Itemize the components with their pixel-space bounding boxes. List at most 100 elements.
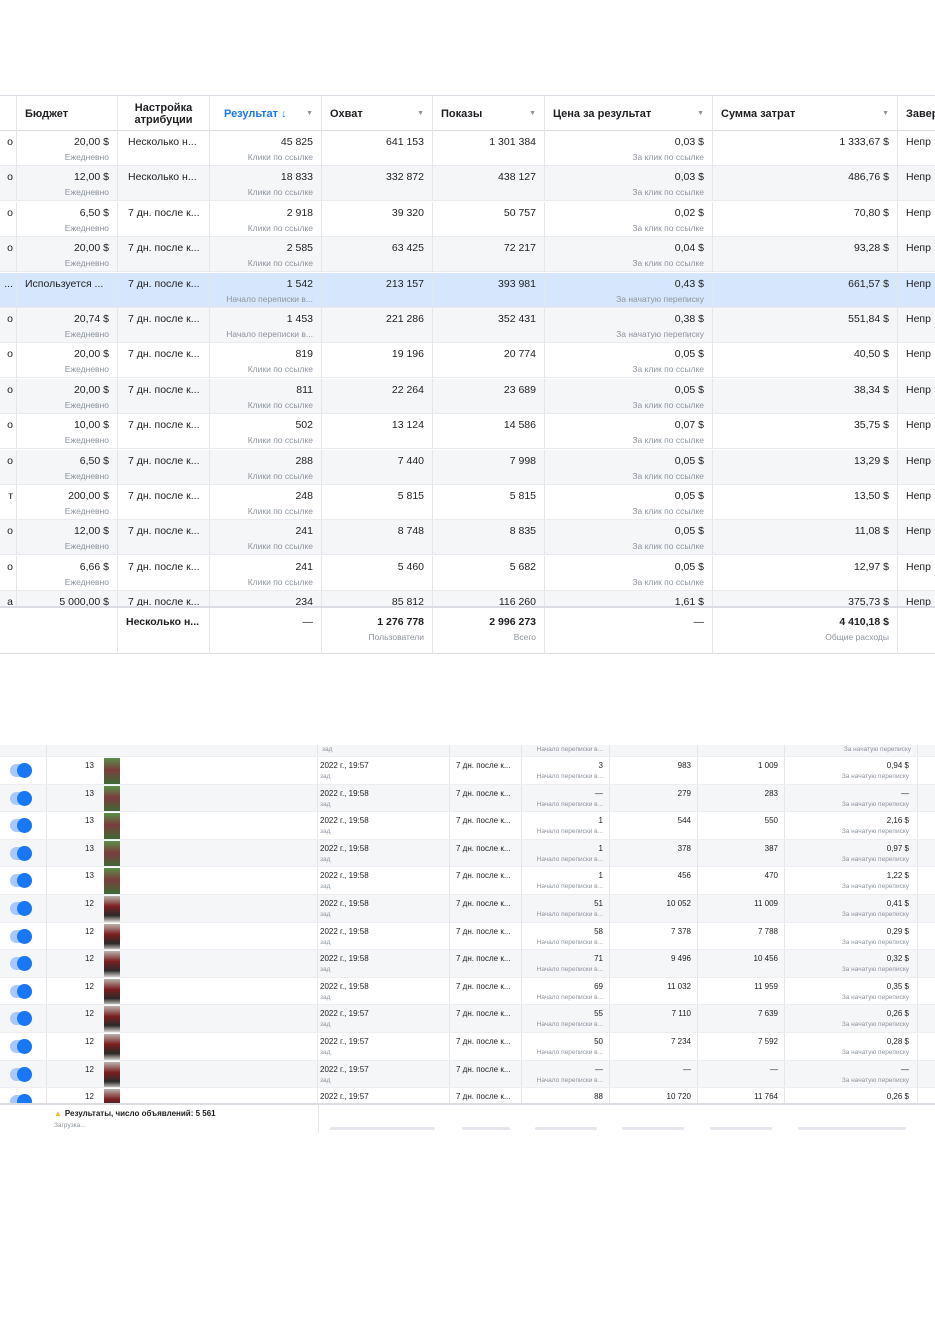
impressions-cell[interactable]: 20 774 bbox=[433, 343, 545, 379]
budget-cell[interactable]: 12,00 $ Ежедневно bbox=[17, 166, 118, 202]
header-budget[interactable]: Бюджет bbox=[17, 96, 118, 131]
name-cell-clipped[interactable]: о bbox=[0, 520, 17, 556]
name-cell-clipped[interactable]: о bbox=[0, 449, 17, 485]
result-cell[interactable]: 241 Клики по ссылке bbox=[210, 520, 322, 556]
impressions-cell[interactable]: 8 835 bbox=[433, 520, 545, 556]
table-row[interactable]: т 200,00 $ Ежедневно 7 дн. после к... 248 Кли… bbox=[0, 485, 935, 520]
table-row[interactable]: о 6,50 $ Ежедневно 7 дн. после к... 288 Клики… bbox=[0, 449, 935, 485]
ends-cell[interactable]: Непр bbox=[898, 308, 935, 343]
spend-cell[interactable]: 93,28 $ bbox=[713, 237, 898, 273]
result-cell[interactable]: 811 Клики по ссылке bbox=[210, 378, 322, 414]
name-cell-clipped[interactable]: ... bbox=[0, 272, 17, 308]
attribution-cell[interactable]: 7 дн. после к... bbox=[118, 555, 210, 591]
table-row[interactable]: 12 2022 г., 19:57 зад 7 дн. после к... — Нача… bbox=[0, 1060, 935, 1089]
ends-cell[interactable]: Непр bbox=[898, 166, 935, 201]
impressions-cell[interactable]: 393 981 bbox=[433, 272, 545, 308]
header-result[interactable]: Результат ↓ ▼ bbox=[210, 96, 322, 131]
attribution-cell[interactable]: 7 дн. после к... bbox=[118, 485, 210, 520]
attribution-cell[interactable]: 7 дн. после к... bbox=[118, 343, 210, 379]
table-row[interactable]: о 20,74 $ Ежедневно 7 дн. после к... 1 453 На… bbox=[0, 308, 935, 343]
attribution-cell[interactable]: 7 дн. после к... bbox=[118, 449, 210, 485]
name-cell-clipped[interactable]: о bbox=[0, 343, 17, 379]
table-row[interactable]: 12 2022 г., 19:57 зад 7 дн. после к... 55 Нач… bbox=[0, 1005, 935, 1033]
ad-toggle-switch[interactable] bbox=[10, 845, 32, 861]
budget-cell[interactable]: 20,00 $ Ежедневно bbox=[17, 131, 118, 166]
cpr-cell[interactable]: 0,05 $ За клик по ссылке bbox=[545, 449, 713, 485]
reach-cell[interactable]: 213 157 bbox=[322, 272, 433, 308]
ad-toggle-switch[interactable] bbox=[10, 790, 32, 806]
cpr-cell[interactable]: 0,43 $ За начатую переписку bbox=[545, 272, 713, 308]
attribution-cell[interactable]: 7 дн. после к... bbox=[118, 520, 210, 556]
ad-name-cell[interactable]: 12 bbox=[47, 922, 318, 950]
table-row[interactable]: о 12,00 $ Ежедневно 7 дн. после к... 241 Клик… bbox=[0, 520, 935, 556]
result-cell[interactable]: 2 585 Клики по ссылке bbox=[210, 237, 322, 273]
ad-toggle-switch[interactable] bbox=[10, 956, 32, 972]
ad-thumbnail[interactable] bbox=[104, 1006, 120, 1032]
attribution-cell[interactable]: 7 дн. после к... bbox=[118, 308, 210, 343]
budget-cell[interactable]: 20,00 $ Ежедневно bbox=[17, 378, 118, 414]
reach-cell[interactable]: 13 124 bbox=[322, 414, 433, 450]
ends-cell[interactable]: Непр bbox=[898, 485, 935, 520]
impressions-cell[interactable]: 1 301 384 bbox=[433, 131, 545, 166]
ends-cell[interactable]: Непр bbox=[898, 273, 935, 308]
table-row[interactable]: о 20,00 $ Ежедневно 7 дн. после к... 2 585 Кл… bbox=[0, 237, 935, 273]
table-row[interactable]: 13 2022 г., 19:58 зад 7 дн. после к... 1 Нача… bbox=[0, 867, 935, 895]
header-ends[interactable]: Завер bbox=[898, 96, 935, 131]
ad-name-cell[interactable]: 12 bbox=[47, 977, 318, 1005]
ends-cell[interactable]: Непр bbox=[898, 237, 935, 272]
spend-cell[interactable]: 35,75 $ bbox=[713, 414, 898, 450]
spend-cell[interactable]: 38,34 $ bbox=[713, 378, 898, 414]
spend-cell[interactable]: 1 333,67 $ bbox=[713, 131, 898, 166]
reach-cell[interactable]: 5 460 bbox=[322, 555, 433, 591]
cpr-cell[interactable]: 0,05 $ За клик по ссылке bbox=[545, 520, 713, 556]
table-row[interactable]: 12 2022 г., 19:58 зад 7 дн. после к... 51 Нач… bbox=[0, 895, 935, 923]
ad-thumbnail[interactable] bbox=[104, 868, 120, 894]
ad-toggle-switch[interactable] bbox=[10, 901, 32, 916]
ad-thumbnail[interactable] bbox=[104, 785, 120, 812]
reach-cell[interactable]: 7 440 bbox=[322, 449, 433, 485]
table-row[interactable]: о 6,50 $ Ежедневно 7 дн. после к... 2 918 Кли… bbox=[0, 201, 935, 237]
name-cell-clipped[interactable]: о bbox=[0, 308, 17, 343]
ad-name-cell[interactable]: 12 bbox=[47, 950, 318, 977]
attribution-cell[interactable]: 7 дн. после к... bbox=[118, 272, 210, 308]
budget-cell[interactable]: 10,00 $ Ежедневно bbox=[17, 414, 118, 450]
impressions-cell[interactable]: 72 217 bbox=[433, 237, 545, 273]
budget-cell[interactable]: Используется ... bbox=[17, 272, 118, 308]
table-row[interactable]: 13 2022 г., 19:58 зад 7 дн. после к... 1 Нача… bbox=[0, 812, 935, 840]
reach-cell[interactable]: 8 748 bbox=[322, 520, 433, 556]
result-cell[interactable]: 241 Клики по ссылке bbox=[210, 555, 322, 591]
ad-toggle-switch[interactable] bbox=[10, 818, 32, 834]
header-reach[interactable]: Охват ▼ bbox=[322, 96, 433, 131]
attribution-cell[interactable]: 7 дн. после к... bbox=[118, 378, 210, 414]
cpr-cell[interactable]: 0,02 $ За клик по ссылке bbox=[545, 201, 713, 237]
ad-toggle-switch[interactable] bbox=[10, 1066, 32, 1082]
ad-name-cell[interactable]: 12 bbox=[47, 895, 318, 922]
cpr-cell[interactable]: 0,05 $ За клик по ссылке bbox=[545, 555, 713, 591]
ad-thumbnail[interactable] bbox=[104, 923, 120, 950]
reach-cell[interactable]: 5 815 bbox=[322, 485, 433, 520]
spend-cell[interactable]: 486,76 $ bbox=[713, 166, 898, 202]
ad-name-cell[interactable]: 12 bbox=[47, 1005, 318, 1032]
impressions-cell[interactable]: 14 586 bbox=[433, 414, 545, 450]
table-row[interactable]: 13 2022 г., 19:57 зад 7 дн. после к... 3 Нача… bbox=[0, 757, 935, 785]
table-row[interactable]: о 20,00 $ Ежедневно Несколько н... 45 825 Кли… bbox=[0, 131, 935, 166]
result-cell[interactable]: 45 825 Клики по ссылке bbox=[210, 131, 322, 166]
ad-thumbnail[interactable] bbox=[104, 840, 120, 867]
reach-cell[interactable]: 22 264 bbox=[322, 378, 433, 414]
ad-thumbnail[interactable] bbox=[104, 978, 120, 1005]
header-amount-spent[interactable]: Сумма затрат ▼ bbox=[713, 96, 898, 131]
name-cell-clipped[interactable]: о bbox=[0, 378, 17, 414]
cpr-cell[interactable]: 0,04 $ За клик по ссылке bbox=[545, 237, 713, 273]
ad-name-cell[interactable]: 13 bbox=[47, 757, 318, 784]
attribution-cell[interactable]: Несколько н... bbox=[118, 131, 210, 166]
result-cell[interactable]: 502 Клики по ссылке bbox=[210, 414, 322, 450]
table-row[interactable]: о 6,66 $ Ежедневно 7 дн. после к... 241 Клики… bbox=[0, 555, 935, 591]
budget-cell[interactable]: 20,00 $ Ежедневно bbox=[17, 343, 118, 379]
header-impressions[interactable]: Показы ▼ bbox=[433, 96, 545, 131]
ends-cell[interactable]: Непр bbox=[898, 379, 935, 414]
budget-cell[interactable]: 6,66 $ Ежедневно bbox=[17, 555, 118, 591]
spend-cell[interactable]: 11,08 $ bbox=[713, 520, 898, 556]
cpr-cell[interactable]: 0,03 $ За клик по ссылке bbox=[545, 131, 713, 166]
reach-cell[interactable]: 19 196 bbox=[322, 343, 433, 379]
cpr-cell[interactable]: 0,03 $ За клик по ссылке bbox=[545, 166, 713, 202]
